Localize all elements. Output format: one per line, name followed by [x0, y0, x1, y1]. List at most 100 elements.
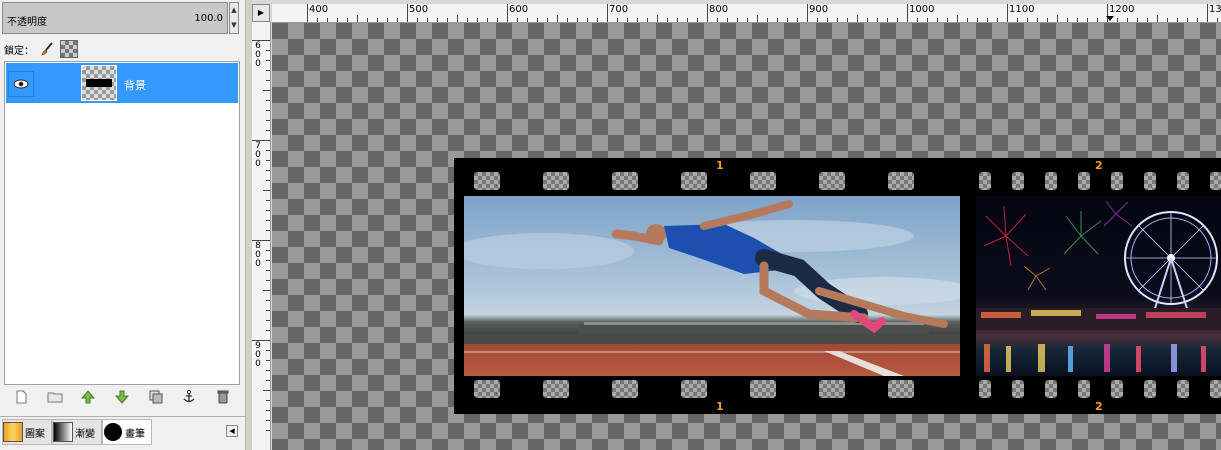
sprocket-hole [1045, 172, 1057, 190]
ruler-label: 600 [255, 41, 261, 69]
ruler-tick [1027, 18, 1028, 22]
ruler-tick [987, 18, 988, 22]
lower-layer-icon[interactable] [114, 389, 130, 405]
ruler-label: 1000 [909, 4, 935, 15]
lock-alpha-icon[interactable] [60, 40, 78, 58]
layers-list: 背景 [4, 61, 240, 385]
vertical-ruler[interactable]: 600 700 800 900 [252, 22, 271, 450]
ruler-tick [687, 18, 688, 22]
ruler-tick [997, 18, 998, 22]
ruler-tick [787, 18, 788, 22]
sprocket-hole [681, 172, 707, 190]
ruler-tick [1167, 18, 1168, 22]
ruler-tick [1127, 18, 1128, 22]
tab-patterns[interactable]: 圖案 [2, 419, 52, 445]
ruler-tick [263, 390, 270, 391]
tab-gradients[interactable]: 漸變 [52, 419, 102, 445]
image-canvas[interactable]: 1 2 1 2 [272, 23, 1221, 450]
delete-layer-icon[interactable] [215, 389, 231, 405]
opacity-spin-buttons[interactable]: ▲ ▼ [229, 2, 239, 34]
duplicate-layer-icon[interactable] [148, 389, 164, 405]
ruler-tick [1137, 18, 1138, 22]
ruler-tick [487, 18, 488, 22]
ruler-label: 600 [509, 4, 529, 15]
ruler-tick [877, 18, 878, 22]
ruler-tick [727, 18, 728, 22]
ruler-tick [607, 4, 608, 22]
eye-icon[interactable] [8, 71, 34, 97]
ruler-tick [266, 420, 270, 421]
raise-layer-icon[interactable] [80, 389, 96, 405]
ruler-tick [717, 18, 718, 22]
ruler-tick [1077, 18, 1078, 22]
ruler-tick [407, 4, 408, 22]
ruler-tick [897, 18, 898, 22]
ruler-tick [567, 18, 568, 22]
new-group-icon[interactable] [47, 389, 63, 405]
ruler-label: 500 [409, 4, 429, 15]
ruler-tick [266, 220, 270, 221]
layer-name[interactable]: 背景 [124, 77, 146, 93]
ruler-tick [777, 18, 778, 22]
frame-number-top-1: 1 [716, 159, 724, 172]
ruler-tick [266, 430, 270, 431]
ruler-tick [927, 18, 928, 22]
tab-label: 漸變 [75, 428, 95, 440]
quick-mask-corner-button[interactable]: ▶ [252, 4, 270, 22]
sprocket-hole [819, 380, 845, 398]
ruler-tick [1067, 18, 1068, 22]
horizontal-ruler[interactable]: 400 500 600 700 800 900 1000 1100 1200 1300 [272, 4, 1221, 23]
ruler-tick [266, 280, 270, 281]
ruler-tick [266, 270, 270, 271]
ruler-tick [1177, 18, 1178, 22]
ruler-tick [907, 4, 908, 22]
ruler-tick [317, 18, 318, 22]
ruler-tick [467, 18, 468, 22]
tab-brushes[interactable]: 畫筆 [102, 419, 152, 445]
ruler-tick [266, 360, 270, 361]
ruler-tick [1097, 18, 1098, 22]
ruler-label: 1300 [1209, 4, 1221, 15]
ruler-tick [377, 18, 378, 22]
tab-label: 畫筆 [125, 428, 145, 440]
frame-number-bottom-1: 1 [716, 400, 724, 413]
ruler-tick [266, 350, 270, 351]
ruler-tick [1197, 18, 1198, 22]
anchor-layer-icon[interactable] [181, 389, 197, 405]
sprocket-hole [1177, 380, 1189, 398]
layer-row[interactable]: 背景 [6, 63, 238, 103]
ruler-tick [657, 15, 658, 22]
frame-number-bottom-2: 2 [1095, 400, 1103, 413]
ruler-label: 1200 [1109, 4, 1135, 15]
ruler-tick [417, 18, 418, 22]
sprocket-hole [1144, 380, 1156, 398]
new-layer-icon[interactable] [13, 389, 29, 405]
ruler-tick [957, 15, 958, 22]
ruler-tick [266, 110, 270, 111]
spin-up-icon[interactable]: ▲ [230, 3, 238, 18]
ruler-tick [807, 4, 808, 22]
ruler-tick [266, 300, 270, 301]
sprocket-hole [750, 380, 776, 398]
ruler-tick [367, 18, 368, 22]
ruler-tick [266, 330, 270, 331]
ruler-tick [266, 400, 270, 401]
ruler-tick [707, 4, 708, 22]
ruler-tick [587, 18, 588, 22]
ruler-tick [1017, 18, 1018, 22]
ruler-tick [347, 18, 348, 22]
sprocket-hole [888, 172, 914, 190]
tab-menu-icon[interactable]: ◀ [226, 425, 238, 437]
opacity-slider[interactable]: 不透明度 100.0 [2, 2, 228, 34]
ruler-tick [266, 150, 270, 151]
layer-thumbnail[interactable] [81, 65, 117, 101]
ruler-tick [457, 15, 458, 22]
sprocket-hole [474, 172, 500, 190]
ruler-tick [847, 18, 848, 22]
sprocket-hole [1111, 172, 1123, 190]
spin-down-icon[interactable]: ▼ [230, 18, 238, 33]
ruler-tick [397, 18, 398, 22]
lock-pixels-brush-icon[interactable] [40, 42, 54, 56]
ruler-tick [266, 180, 270, 181]
ruler-tick [627, 18, 628, 22]
